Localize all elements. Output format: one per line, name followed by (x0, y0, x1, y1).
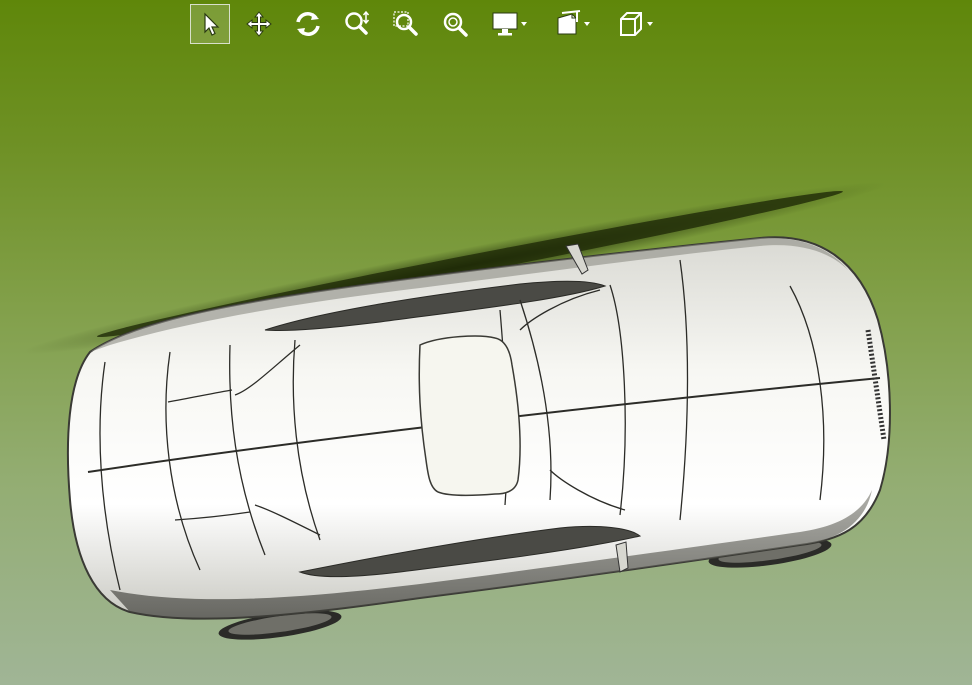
section-plane-icon (557, 10, 581, 35)
zoom-icon (345, 10, 370, 35)
display-mode-button[interactable] (484, 4, 534, 44)
car-model-render[interactable] (0, 0, 972, 685)
view-orientation-button[interactable] (610, 4, 660, 44)
sunroof (418, 335, 521, 497)
chevron-down-icon[interactable] (521, 22, 527, 26)
section-plane-button[interactable] (547, 4, 597, 44)
rotate-tool-button[interactable] (288, 4, 328, 44)
chevron-down-icon[interactable] (647, 22, 653, 26)
view-toolbar (190, 3, 673, 45)
3d-viewport[interactable] (0, 0, 972, 685)
view-cube-icon (620, 12, 642, 36)
rotate-icon (296, 12, 320, 36)
pan-move-icon (246, 11, 272, 37)
select-tool-button[interactable] (190, 4, 230, 44)
zoom-fit-tool-button[interactable] (435, 4, 475, 44)
pan-tool-button[interactable] (239, 4, 279, 44)
zoom-tool-button[interactable] (337, 4, 377, 44)
chevron-down-icon[interactable] (584, 22, 590, 26)
zoom-window-icon (393, 11, 418, 36)
zoom-fit-icon (443, 12, 468, 37)
select-arrow-icon (204, 12, 220, 36)
zoom-window-tool-button[interactable] (386, 4, 426, 44)
display-monitor-icon (492, 12, 518, 36)
